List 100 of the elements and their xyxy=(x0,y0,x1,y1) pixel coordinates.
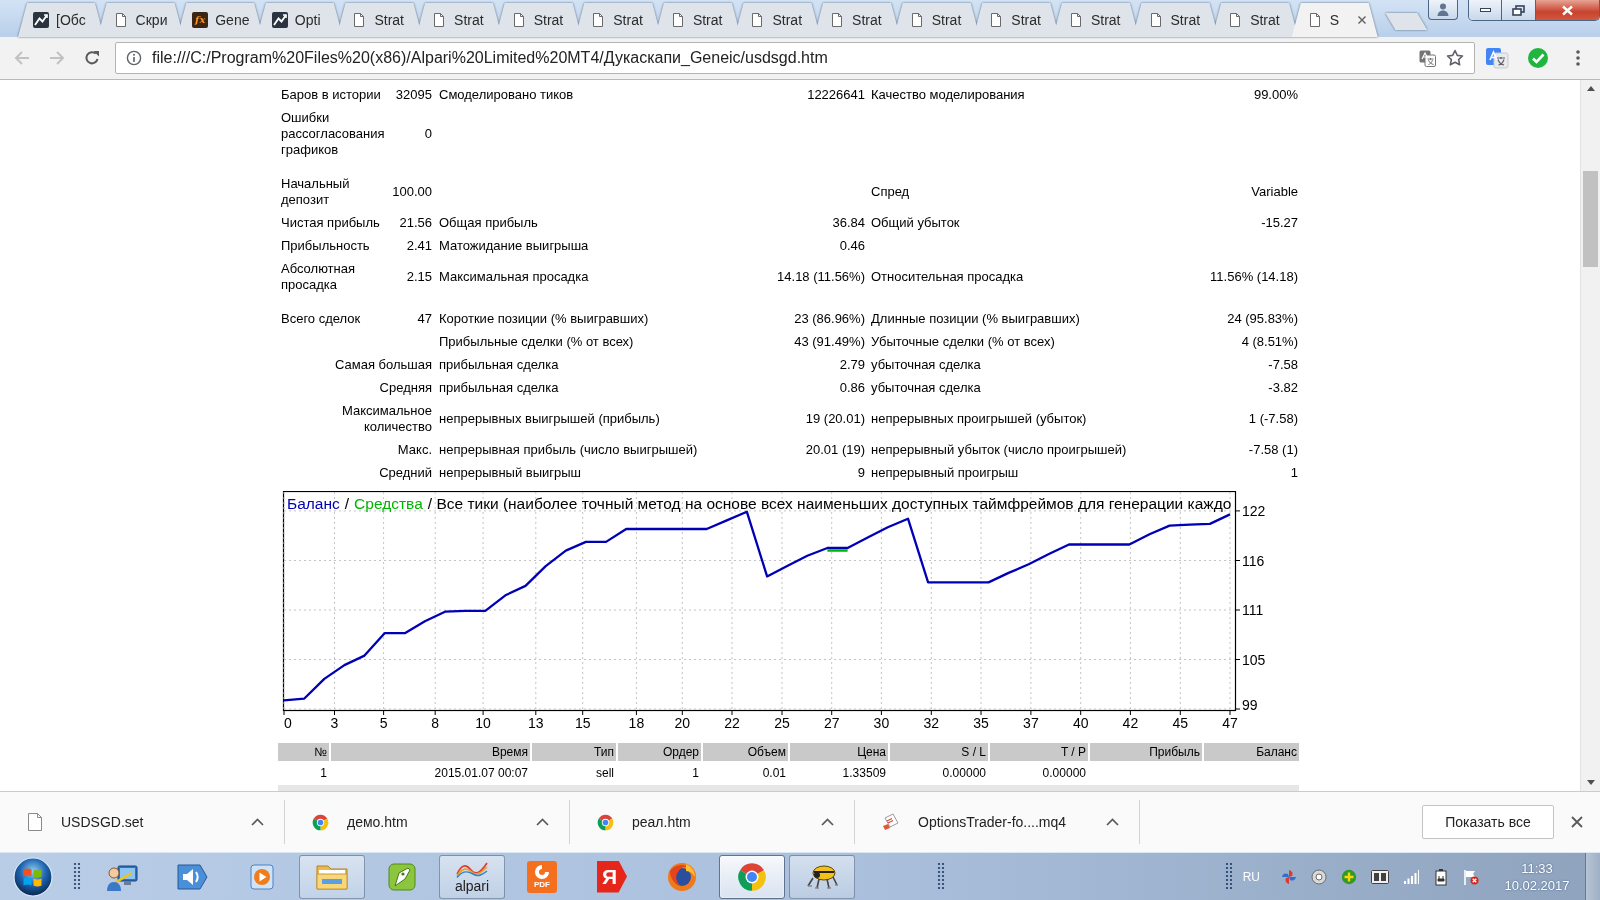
windows-start-icon[interactable] xyxy=(13,856,53,897)
x-tick-label: 10 xyxy=(475,715,491,731)
translate-icon[interactable] xyxy=(1419,49,1436,67)
stat-label: непрерывная прибыль (число выигрышей) xyxy=(438,442,699,458)
taskbar-button[interactable]: Я xyxy=(579,854,645,899)
legend-separator: / xyxy=(344,495,350,513)
column-header: S / L xyxy=(890,743,988,761)
download-filename[interactable]: демо.htm xyxy=(347,814,408,830)
stat-value: 2.79 xyxy=(838,357,866,373)
group-label: Самая большая xyxy=(333,357,433,373)
address-bar[interactable]: file:///C:/Program%20Files%20(x86)/Alpari%20Limited%20MT4/Дукаскапи_Geneic/usdsgd.htm xyxy=(115,42,1475,74)
stat-value: 4 (8.51%) xyxy=(1240,334,1299,350)
download-filename[interactable]: реал.htm xyxy=(632,814,691,830)
scroll-down-arrow-icon[interactable] xyxy=(1586,780,1595,785)
table-cell-text: 1 xyxy=(691,766,700,780)
reload-icon[interactable] xyxy=(84,50,100,66)
script-file-icon xyxy=(882,813,900,831)
minimize-button[interactable] xyxy=(1469,0,1502,20)
stat-label: Спред xyxy=(870,184,911,200)
restore-icon xyxy=(1512,4,1525,16)
column-header: Цена xyxy=(790,743,888,761)
download-filename[interactable]: USDSGD.set xyxy=(61,814,144,830)
flag-error-icon[interactable] xyxy=(1463,868,1479,885)
x-tick-label: 20 xyxy=(674,715,691,731)
x-tick-label: 15 xyxy=(574,715,591,731)
chrome-logo-icon xyxy=(597,813,614,831)
caret-up-icon[interactable] xyxy=(251,818,264,826)
stat-label: Всего сделок xyxy=(280,311,362,327)
grip-dots-icon xyxy=(937,861,945,892)
taskbar-button[interactable] xyxy=(719,854,785,899)
stat-value: 32095 xyxy=(394,87,433,103)
x-tick-label: 27 xyxy=(823,715,840,731)
scroll-up-arrow-icon[interactable] xyxy=(1586,86,1595,91)
close-tab-icon[interactable] xyxy=(1356,15,1367,25)
x-tick-label: 25 xyxy=(774,715,790,731)
close-window-button[interactable] xyxy=(1536,0,1599,20)
x-tick-label: 37 xyxy=(1023,715,1039,731)
check-circle-icon[interactable] xyxy=(1527,47,1549,69)
plus-circle-icon[interactable] xyxy=(1341,868,1357,885)
taskbar-button[interactable] xyxy=(789,854,855,899)
column-header: Объем xyxy=(703,743,788,761)
stat-label: Качество моделирования xyxy=(870,87,1026,103)
stat-label: убыточная сделка xyxy=(870,380,982,396)
battery-plug-icon[interactable] xyxy=(1433,867,1449,886)
group-label: Максимальное количество xyxy=(341,403,433,435)
table-cell-text: 1 xyxy=(319,766,328,780)
profile-button[interactable] xyxy=(1428,0,1458,20)
group-label: Средняя xyxy=(378,380,433,396)
table-cell-text: 0.01 xyxy=(761,766,787,780)
letter-tag-icon: Я xyxy=(597,860,627,893)
stat-value: 36.84 xyxy=(831,215,866,231)
x-tick-label: 5 xyxy=(379,715,388,731)
x-tick-label: 0 xyxy=(284,715,292,731)
close-icon xyxy=(1561,4,1574,16)
fx-logo-icon: fx xyxy=(192,12,209,28)
stat-label: Общий убыток xyxy=(870,215,961,231)
restore-button[interactable] xyxy=(1502,0,1536,20)
taskbar-button[interactable]: alpari xyxy=(439,854,505,899)
disc-icon[interactable] xyxy=(1311,868,1327,885)
stat-value: 47 xyxy=(416,311,433,327)
stat-label: непрерывный выигрыш xyxy=(438,465,583,481)
x-tick-label: 47 xyxy=(1222,715,1238,731)
browser-tab[interactable]: S xyxy=(1291,3,1378,37)
table-cell-text: 2015.01.07 00:07 xyxy=(433,766,529,780)
x-tick-label: 42 xyxy=(1122,715,1139,731)
close-icon[interactable] xyxy=(1571,816,1583,828)
x-tick-label: 32 xyxy=(923,715,940,731)
caret-up-icon[interactable] xyxy=(821,818,834,826)
info-icon[interactable] xyxy=(126,50,142,66)
legend-label: Средства xyxy=(354,495,423,513)
caret-up-icon[interactable] xyxy=(536,818,549,826)
x-tick-label: 22 xyxy=(724,715,740,731)
stat-value: 9 xyxy=(856,465,866,481)
stat-label: Ошибки рассогласования графиков xyxy=(280,110,386,158)
show-all-button[interactable]: Показать все xyxy=(1422,805,1554,839)
stat-value: 11.56% (14.18) xyxy=(1209,269,1299,285)
bookmark-star-icon[interactable] xyxy=(1446,49,1464,67)
stat-value: -7.58 (1) xyxy=(1247,442,1299,458)
table-cell-text: 0.00000 xyxy=(941,766,987,780)
menu-icon[interactable] xyxy=(1576,50,1580,66)
stat-label: Начальный депозит xyxy=(280,176,351,208)
stat-value: 20.01 (19) xyxy=(804,442,866,458)
download-filename[interactable]: OptionsTrader-fo....mq4 xyxy=(918,814,1067,830)
pdf-app-icon: PDF xyxy=(527,860,557,893)
stat-value: 99.00% xyxy=(1252,87,1299,103)
grip-dots-icon xyxy=(1224,861,1233,892)
table-cell-text: 0.00000 xyxy=(1041,766,1087,780)
stat-label: Общая прибыль xyxy=(438,215,539,231)
dual-panel-icon[interactable] xyxy=(1371,869,1389,884)
x-tick-label: 8 xyxy=(431,715,440,731)
stat-value: -15.27 xyxy=(1260,215,1299,231)
browser-globe-icon xyxy=(666,860,698,893)
scrollbar-thumb[interactable] xyxy=(1583,171,1598,267)
translate-extension-icon[interactable] xyxy=(1485,46,1509,70)
grip-dots-icon xyxy=(73,861,81,892)
column-header: T / P xyxy=(990,743,1088,761)
stat-label: прибыльная сделка xyxy=(438,380,560,396)
stat-label: Баров в истории xyxy=(280,87,382,103)
column-header: Баланс xyxy=(1204,743,1299,761)
caret-up-icon[interactable] xyxy=(1106,818,1119,826)
